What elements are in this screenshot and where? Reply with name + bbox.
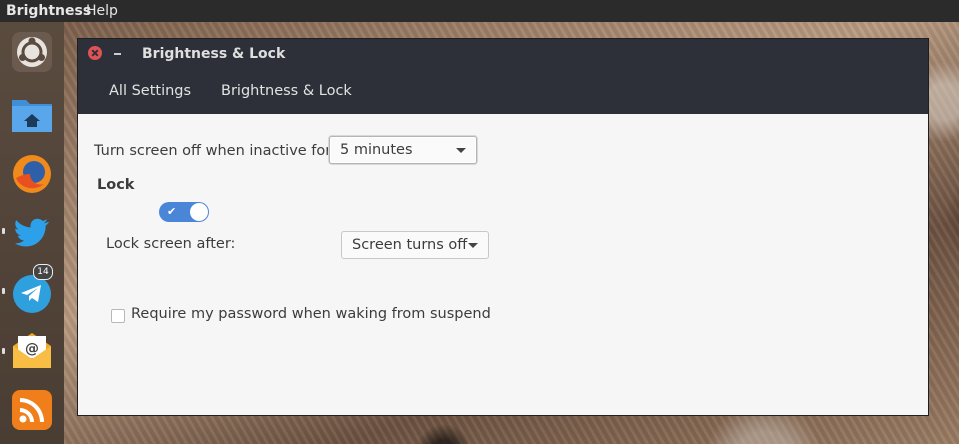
require-password-label[interactable]: Require my password when waking from sus… — [131, 306, 491, 322]
chevron-down-icon — [456, 148, 466, 153]
lock-heading: Lock — [97, 177, 135, 193]
minimize-icon[interactable] — [114, 53, 121, 55]
telegram-icon[interactable]: 14 — [10, 264, 54, 314]
home-folder-icon[interactable] — [10, 92, 54, 136]
breadcrumb-all-settings[interactable]: All Settings — [109, 69, 191, 114]
app-name-menu[interactable]: Brightness — [6, 0, 91, 22]
twitter-icon[interactable] — [10, 210, 54, 254]
rss-feed-icon[interactable] — [10, 388, 54, 432]
mail-icon[interactable]: @ — [10, 328, 54, 372]
check-icon: ✔ — [167, 205, 177, 218]
ubuntu-logo-icon[interactable] — [10, 30, 54, 74]
notification-badge: 14 — [33, 264, 53, 280]
screen-off-label: Turn screen off when inactive for: — [94, 143, 336, 159]
require-password-checkbox[interactable] — [111, 309, 125, 323]
screen-off-dropdown[interactable]: 5 minutes — [329, 136, 477, 164]
lock-after-value: Screen turns off — [352, 237, 468, 253]
svg-text:@: @ — [25, 341, 39, 357]
settings-panel: Turn screen off when inactive for: 5 min… — [78, 114, 928, 415]
lock-after-label: Lock screen after: — [106, 236, 236, 252]
toggle-knob — [190, 203, 208, 221]
window-titlebar: Brightness & Lock — [78, 39, 928, 69]
lock-toggle[interactable]: ✔ — [159, 202, 209, 222]
screen-off-value: 5 minutes — [340, 142, 413, 158]
firefox-icon[interactable] — [10, 152, 54, 196]
settings-window: Brightness & Lock All Settings Brightnes… — [77, 38, 929, 416]
lock-after-dropdown[interactable]: Screen turns off — [341, 231, 489, 259]
launcher: 14 @ — [0, 22, 64, 444]
close-icon[interactable] — [88, 46, 102, 60]
breadcrumb: All Settings Brightness & Lock — [78, 69, 928, 114]
help-menu[interactable]: Help — [86, 0, 118, 22]
chevron-down-icon — [468, 243, 478, 248]
top-panel: Brightness Help — [0, 0, 959, 22]
window-title: Brightness & Lock — [142, 46, 286, 62]
breadcrumb-brightness-lock[interactable]: Brightness & Lock — [221, 69, 352, 114]
